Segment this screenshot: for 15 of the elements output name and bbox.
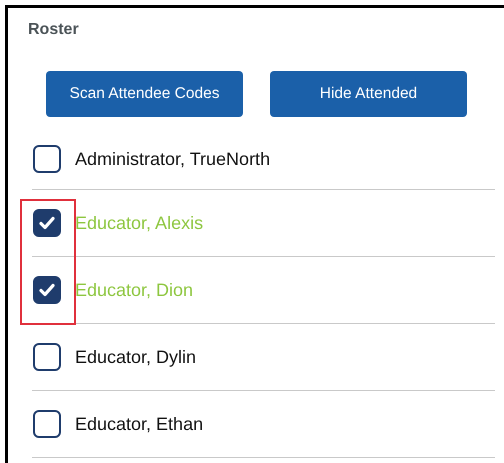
attendee-name: Educator, Alexis	[75, 212, 204, 234]
attendee-name: Administrator, TrueNorth	[75, 148, 270, 170]
scan-button[interactable]: Scan Attendee Codes	[46, 71, 243, 117]
checkbox[interactable]	[33, 209, 61, 237]
hide-attended-button[interactable]: Hide Attended	[270, 71, 467, 117]
attendee-name: Educator, Dion	[75, 280, 194, 300]
checkmark-icon	[38, 216, 54, 229]
checkbox[interactable]	[33, 145, 61, 173]
checkbox[interactable]	[33, 410, 61, 438]
attendee-name: Educator, Dylin	[75, 346, 196, 368]
panel-title: Roster	[28, 20, 80, 40]
attendee-name: Educator, Ethan	[75, 414, 204, 434]
checkmark-icon	[38, 283, 54, 296]
checkbox[interactable]	[33, 343, 61, 371]
checkbox[interactable]	[33, 276, 61, 304]
